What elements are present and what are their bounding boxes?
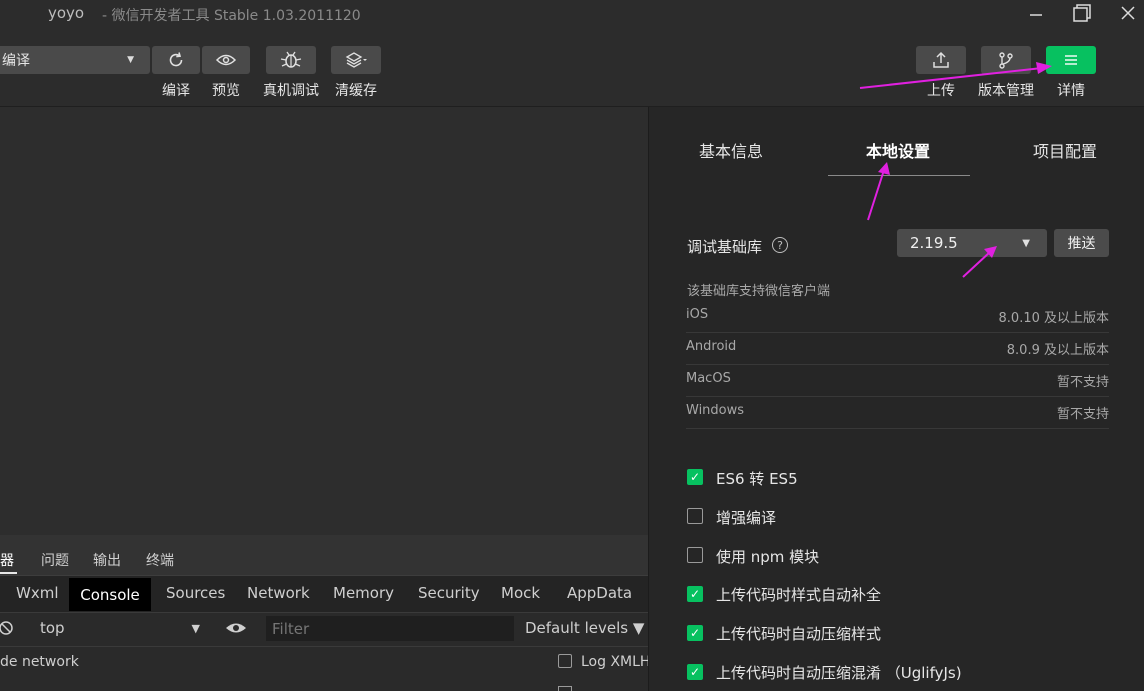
details-label: 详情 — [1057, 83, 1085, 99]
close-icon[interactable] — [1105, 0, 1144, 26]
refresh-icon — [169, 52, 183, 67]
active-tab-indicator — [0, 572, 17, 574]
help-icon[interactable]: ? — [772, 237, 788, 253]
os-version: 暂不支持 — [1056, 375, 1109, 390]
console-filter-input[interactable] — [266, 616, 514, 641]
compile-label: 编译 — [162, 83, 190, 99]
tab-memory[interactable]: Memory — [333, 584, 394, 606]
support-row: Windows 暂不支持 — [686, 396, 1109, 429]
tab-basic-info[interactable]: 基本信息 — [699, 138, 763, 162]
tab-project-config[interactable]: 项目配置 — [1033, 138, 1097, 162]
branch-icon — [999, 52, 1013, 69]
caret-down-icon: ▼ — [1022, 238, 1030, 249]
caret-down-icon: ▼ — [191, 622, 200, 635]
tab-terminal[interactable]: 终端 — [146, 550, 174, 570]
npm-checkbox[interactable] — [687, 547, 703, 563]
tab-wxml[interactable]: Wxml — [16, 584, 59, 606]
tab-mock[interactable]: Mock — [501, 584, 540, 606]
debug-lib-value: 2.19.5 — [910, 234, 958, 252]
version-label: 版本管理 — [978, 83, 1034, 99]
support-row: iOS 8.0.10 及以上版本 — [686, 300, 1109, 333]
os-version: 8.0.10 及以上版本 — [998, 311, 1109, 326]
upload-icon — [933, 51, 949, 68]
os-version: 8.0.9 及以上版本 — [1006, 343, 1109, 358]
tab-console[interactable]: Console — [69, 578, 151, 611]
uglify-checkbox[interactable]: ✓ — [687, 664, 703, 680]
uglify-label: 上传代码时自动压缩混淆 （UglifyJs) — [716, 664, 962, 682]
os-name: Android — [686, 339, 737, 354]
compile-mode-select[interactable]: 编译 ▼ — [0, 46, 150, 74]
clear-cache-label: 清缓存 — [335, 83, 377, 99]
clear-cache-button[interactable] — [331, 46, 381, 74]
log-xmlhttp-label: Log XMLH — [581, 654, 651, 670]
tab-local-settings[interactable]: 本地设置 — [866, 138, 930, 162]
active-tab-underline — [828, 175, 970, 176]
version-button[interactable] — [981, 46, 1031, 74]
support-row: Android 8.0.9 及以上版本 — [686, 332, 1109, 365]
minimize-icon[interactable] — [1013, 0, 1059, 26]
os-name: iOS — [686, 307, 709, 322]
details-button[interactable] — [1046, 46, 1096, 74]
window-title: - 微信开发者工具 Stable 1.03.2011120 — [102, 8, 361, 24]
remote-debug-button[interactable] — [266, 46, 316, 74]
tab-debugger[interactable]: 器 — [0, 550, 14, 570]
menu-icon — [1065, 55, 1077, 65]
minify-style-label: 上传代码时自动压缩样式 — [716, 625, 882, 643]
debug-lib-label: 调试基础库 — [687, 238, 763, 256]
compile-mode-value: 编译 — [2, 53, 30, 69]
support-title: 该基础库支持微信客户端 — [687, 284, 831, 299]
simulator-area — [0, 107, 648, 535]
bug-icon — [280, 51, 302, 68]
tab-security[interactable]: Security — [418, 584, 480, 606]
os-name: MacOS — [686, 371, 731, 386]
remote-debug-label: 真机调试 — [263, 83, 319, 99]
layers-icon — [345, 52, 367, 68]
context-select[interactable]: top ▼ — [36, 619, 208, 641]
eye-icon[interactable] — [225, 621, 247, 639]
tab-appdata[interactable]: AppData — [567, 584, 632, 606]
upload-label: 上传 — [927, 83, 955, 99]
restore-icon[interactable] — [1059, 0, 1105, 26]
project-name: yoyo — [48, 4, 85, 22]
context-value: top — [40, 619, 65, 637]
tab-sources[interactable]: Sources — [166, 584, 225, 606]
style-autoprefix-checkbox[interactable]: ✓ — [687, 586, 703, 602]
tab-network[interactable]: Network — [247, 584, 310, 606]
caret-down-icon: ▼ — [127, 55, 134, 65]
os-name: Windows — [686, 403, 745, 418]
tab-output[interactable]: 输出 — [93, 550, 121, 570]
eye-icon — [215, 54, 237, 66]
preview-label: 预览 — [212, 83, 240, 99]
log-xmlhttp-checkbox[interactable] — [558, 654, 572, 668]
clear-console-icon[interactable] — [0, 620, 16, 640]
compile-button[interactable] — [152, 46, 200, 74]
upload-button[interactable] — [916, 46, 966, 74]
es6-checkbox[interactable]: ✓ — [687, 469, 703, 485]
support-row: MacOS 暂不支持 — [686, 364, 1109, 397]
checkbox[interactable] — [558, 686, 572, 691]
minify-style-checkbox[interactable]: ✓ — [687, 625, 703, 641]
es6-label: ES6 转 ES5 — [716, 470, 798, 488]
enhanced-compile-label: 增强编译 — [716, 509, 777, 527]
npm-label: 使用 npm 模块 — [716, 548, 820, 566]
debug-lib-select[interactable]: 2.19.5 ▼ — [897, 229, 1047, 257]
preview-button[interactable] — [202, 46, 250, 74]
enhanced-compile-checkbox[interactable] — [687, 508, 703, 524]
push-button[interactable]: 推送 — [1054, 229, 1109, 257]
hide-network-label: de network — [0, 654, 79, 670]
style-autoprefix-label: 上传代码时样式自动补全 — [716, 586, 882, 604]
tab-problems[interactable]: 问题 — [41, 550, 69, 570]
log-levels-select[interactable]: Default levels ▼ — [525, 619, 644, 637]
os-version: 暂不支持 — [1056, 407, 1109, 422]
